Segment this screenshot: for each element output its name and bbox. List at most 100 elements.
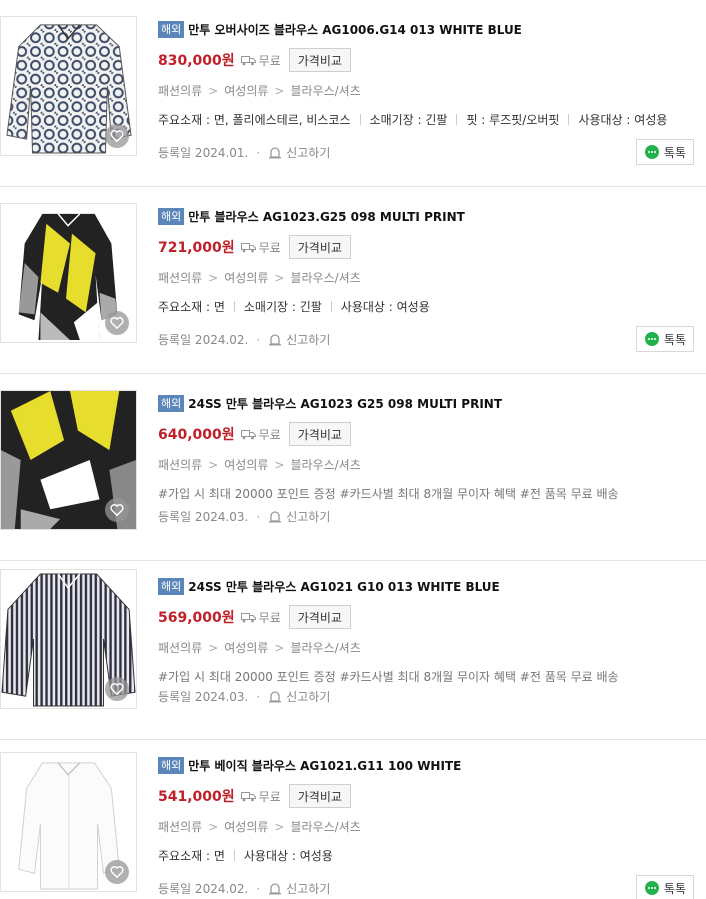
category-level-1[interactable]: 패션의류 bbox=[158, 818, 202, 835]
talk-label: 톡톡 bbox=[663, 145, 686, 160]
product-title[interactable]: 만투 오버사이즈 블라우스 AG1006.G14 013 WHITE BLUE bbox=[188, 21, 522, 38]
breadcrumb-separator: > bbox=[208, 270, 219, 285]
free-shipping: 무료 bbox=[240, 52, 281, 69]
product-meta: 등록일 2024.03. · 신고하기 bbox=[158, 688, 330, 705]
registered-date: 등록일 2024.03. bbox=[158, 510, 249, 524]
product-meta: 등록일 2024.02. · 신고하기 bbox=[158, 880, 330, 897]
shipping-label: 무료 bbox=[258, 240, 281, 255]
shipping-label: 무료 bbox=[258, 427, 281, 442]
attr-divider bbox=[456, 114, 458, 125]
price-compare-button[interactable]: 가격비교 bbox=[288, 422, 351, 446]
product-price: 721,000원 bbox=[158, 240, 235, 256]
category-level-2[interactable]: 여성의류 bbox=[224, 456, 268, 473]
chat-bubble-icon bbox=[644, 332, 659, 346]
attr-material: 주요소재 : 면, 폴리에스테르, 비스코스 bbox=[158, 113, 351, 127]
attr-material: 주요소재 : 면 bbox=[158, 300, 225, 314]
product-attributes: 주요소재 : 면, 폴리에스테르, 비스코스 소매기장 : 긴팔 핏 : 루즈핏… bbox=[158, 111, 696, 128]
talktalk-button[interactable]: 톡톡 bbox=[635, 875, 694, 899]
category-level-3[interactable]: 블라우스/셔츠 bbox=[290, 639, 360, 656]
chat-bubble-icon bbox=[644, 881, 659, 895]
product-item: 해외 24SS 만투 블라우스 AG1023 G25 098 MULTI PRI… bbox=[0, 374, 706, 561]
registered-date: 등록일 2024.02. bbox=[158, 333, 249, 347]
category-level-1[interactable]: 패션의류 bbox=[158, 639, 202, 656]
product-title[interactable]: 만투 블라우스 AG1023.G25 098 MULTI PRINT bbox=[188, 208, 465, 225]
category-level-3[interactable]: 블라우스/셔츠 bbox=[290, 82, 360, 99]
report-link[interactable]: 신고하기 bbox=[268, 508, 330, 525]
wishlist-heart-icon[interactable] bbox=[105, 498, 129, 522]
product-item: 해외 24SS 만투 블라우스 AG1021 G10 013 WHITE BLU… bbox=[0, 553, 706, 740]
report-link[interactable]: 신고하기 bbox=[268, 144, 330, 161]
breadcrumb-separator: > bbox=[274, 270, 285, 285]
product-meta: 등록일 2024.02. · 신고하기 bbox=[158, 331, 330, 348]
report-link[interactable]: 신고하기 bbox=[268, 880, 330, 897]
attr-sleeve: 소매기장 : 긴팔 bbox=[369, 113, 448, 127]
product-thumbnail[interactable] bbox=[0, 16, 137, 156]
price-compare-button[interactable]: 가격비교 bbox=[288, 784, 351, 808]
wishlist-heart-icon[interactable] bbox=[105, 677, 129, 701]
truck-icon bbox=[240, 791, 256, 801]
report-label: 신고하기 bbox=[286, 333, 331, 347]
category-level-2[interactable]: 여성의류 bbox=[224, 639, 268, 656]
meta-dot: · bbox=[256, 881, 261, 896]
meta-dot: · bbox=[256, 145, 261, 160]
siren-icon bbox=[269, 147, 282, 159]
attr-material: 주요소재 : 면 bbox=[158, 849, 225, 863]
product-thumbnail[interactable] bbox=[0, 569, 137, 709]
wishlist-heart-icon[interactable] bbox=[105, 124, 129, 148]
chat-bubble-icon bbox=[644, 145, 659, 159]
product-info: 해외 만투 블라우스 AG1023.G25 098 MULTI PRINT 72… bbox=[158, 207, 696, 315]
product-thumbnail[interactable] bbox=[0, 203, 137, 343]
report-label: 신고하기 bbox=[286, 882, 331, 896]
category-level-2[interactable]: 여성의류 bbox=[224, 818, 268, 835]
attr-target: 사용대상 : 여성용 bbox=[578, 113, 668, 127]
product-title[interactable]: 24SS 만투 블라우스 AG1023 G25 098 MULTI PRINT bbox=[188, 395, 502, 412]
talktalk-button[interactable]: 톡톡 bbox=[635, 139, 694, 165]
siren-icon bbox=[269, 334, 282, 346]
overseas-badge: 해외 bbox=[158, 756, 185, 774]
wishlist-heart-icon[interactable] bbox=[105, 311, 129, 335]
product-list: 해외 만투 오버사이즈 블라우스 AG1006.G14 013 WHITE BL… bbox=[0, 0, 706, 899]
shipping-label: 무료 bbox=[258, 789, 281, 804]
price-compare-button[interactable]: 가격비교 bbox=[288, 48, 351, 72]
breadcrumb-separator: > bbox=[274, 819, 285, 834]
free-shipping: 무료 bbox=[240, 239, 281, 256]
price-compare-button[interactable]: 가격비교 bbox=[288, 235, 351, 259]
category-level-1[interactable]: 패션의류 bbox=[158, 269, 202, 286]
breadcrumb-separator: > bbox=[208, 640, 219, 655]
attr-sleeve: 소매기장 : 긴팔 bbox=[243, 300, 322, 314]
category-level-3[interactable]: 블라우스/셔츠 bbox=[290, 818, 360, 835]
product-thumbnail[interactable] bbox=[0, 390, 137, 530]
product-title[interactable]: 만투 베이직 블라우스 AG1021.G11 100 WHITE bbox=[188, 757, 461, 774]
product-attributes: 주요소재 : 면 사용대상 : 여성용 bbox=[158, 847, 696, 864]
price-compare-button[interactable]: 가격비교 bbox=[288, 605, 351, 629]
category-level-3[interactable]: 블라우스/셔츠 bbox=[290, 456, 360, 473]
category-level-1[interactable]: 패션의류 bbox=[158, 82, 202, 99]
truck-icon bbox=[240, 242, 256, 252]
attr-target: 사용대상 : 여성용 bbox=[340, 300, 430, 314]
category-level-1[interactable]: 패션의류 bbox=[158, 456, 202, 473]
product-thumbnail[interactable] bbox=[0, 752, 137, 892]
report-label: 신고하기 bbox=[286, 510, 331, 524]
category-level-2[interactable]: 여성의류 bbox=[224, 269, 268, 286]
free-shipping: 무료 bbox=[240, 426, 281, 443]
talk-label: 톡톡 bbox=[663, 881, 686, 896]
attr-divider bbox=[330, 301, 332, 312]
report-label: 신고하기 bbox=[286, 690, 331, 704]
category-level-3[interactable]: 블라우스/셔츠 bbox=[290, 269, 360, 286]
product-item: 해외 만투 블라우스 AG1023.G25 098 MULTI PRINT 72… bbox=[0, 187, 706, 374]
overseas-badge: 해외 bbox=[158, 207, 185, 225]
category-level-2[interactable]: 여성의류 bbox=[224, 82, 268, 99]
product-meta: 등록일 2024.01. · 신고하기 bbox=[158, 144, 330, 161]
report-link[interactable]: 신고하기 bbox=[268, 688, 330, 705]
product-info: 해외 24SS 만투 블라우스 AG1023 G25 098 MULTI PRI… bbox=[158, 394, 696, 502]
category-breadcrumb: 패션의류 > 여성의류 > 블라우스/셔츠 bbox=[158, 456, 696, 473]
category-breadcrumb: 패션의류 > 여성의류 > 블라우스/셔츠 bbox=[158, 818, 696, 835]
siren-icon bbox=[269, 691, 282, 703]
category-breadcrumb: 패션의류 > 여성의류 > 블라우스/셔츠 bbox=[158, 269, 696, 286]
talktalk-button[interactable]: 톡톡 bbox=[635, 326, 694, 352]
category-breadcrumb: 패션의류 > 여성의류 > 블라우스/셔츠 bbox=[158, 82, 696, 99]
breadcrumb-separator: > bbox=[208, 457, 219, 472]
wishlist-heart-icon[interactable] bbox=[105, 860, 129, 884]
product-title[interactable]: 24SS 만투 블라우스 AG1021 G10 013 WHITE BLUE bbox=[188, 578, 500, 595]
report-link[interactable]: 신고하기 bbox=[268, 331, 330, 348]
